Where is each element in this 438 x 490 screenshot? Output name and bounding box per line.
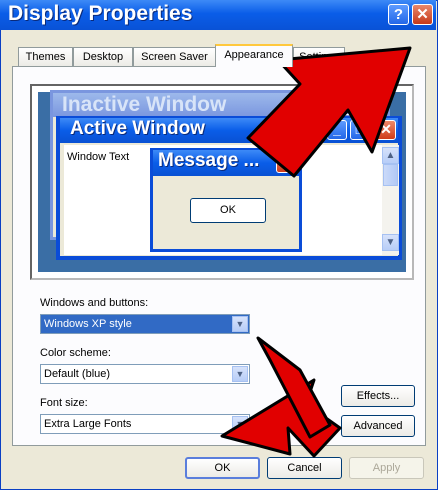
help-button[interactable]: ? [388,4,409,25]
message-close-icon: ✕ [276,153,296,173]
scroll-thumb [383,164,398,186]
ok-button[interactable]: OK [185,457,260,479]
active-window-title: Active Window [70,118,205,139]
active-maximize-icon: □ [350,120,370,140]
cancel-button[interactable]: Cancel [267,457,342,479]
message-ok-button: OK [190,198,266,223]
window-title: Display Properties [8,2,193,25]
inactive-window-title: Inactive Window [62,93,227,116]
tab-settings[interactable]: Settings [293,47,345,66]
color-scheme-select[interactable]: Default (blue) ▼ [40,364,250,384]
tab-screen-saver[interactable]: Screen Saver [133,47,216,66]
active-close-icon: ✕ [376,120,396,140]
font-size-label: Font size: [40,397,88,409]
active-minimize-icon: _ [327,120,347,140]
apply-button[interactable]: Apply [349,457,424,479]
tab-themes[interactable]: Themes [18,47,73,66]
chevron-down-icon[interactable]: ▼ [232,316,248,332]
inactive-maximize-icon: □ [334,95,354,115]
preview-window-text: Window Text [67,151,130,163]
windows-and-buttons-select[interactable]: Windows XP style ▼ [40,314,250,334]
inactive-close-icon: ✕ [361,95,381,115]
chevron-down-icon[interactable]: ▼ [232,366,248,382]
message-title: Message ... [158,150,260,171]
font-size-value: Extra Large Fonts [44,418,132,430]
font-size-select[interactable]: Extra Large Fonts ▼ [40,414,250,434]
inactive-minimize-icon: _ [311,95,331,115]
tab-appearance[interactable]: Appearance [215,44,293,67]
scroll-up-icon: ▲ [382,147,399,164]
windows-and-buttons-label: Windows and buttons: [40,297,149,309]
close-button[interactable]: ✕ [412,4,433,25]
color-scheme-label: Color scheme: [40,347,111,359]
advanced-button[interactable]: Advanced [341,415,415,437]
tab-desktop[interactable]: Desktop [73,47,133,66]
color-scheme-value: Default (blue) [44,368,111,380]
windows-and-buttons-value: Windows XP style [44,318,132,330]
scroll-down-icon: ▼ [382,234,399,251]
effects-button[interactable]: Effects... [341,385,415,407]
chevron-down-icon[interactable]: ▼ [232,416,248,432]
